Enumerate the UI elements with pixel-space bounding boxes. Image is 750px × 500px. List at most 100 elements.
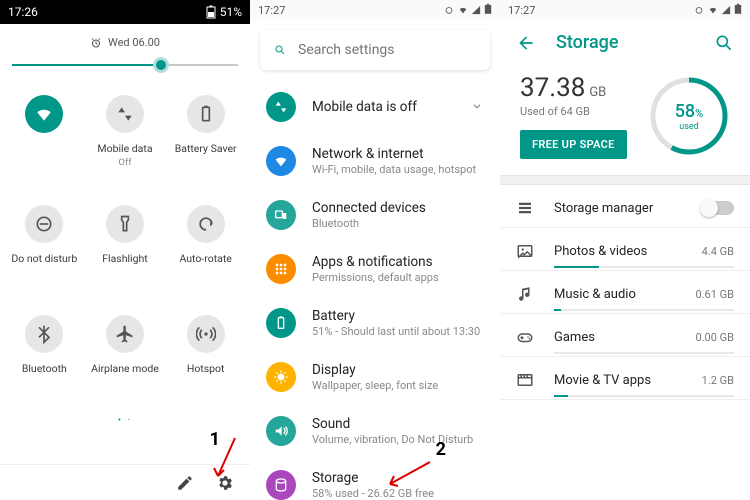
storage-row-manager[interactable]: Storage manager (500, 185, 750, 228)
storage-icon (266, 470, 296, 500)
back-icon[interactable] (516, 33, 536, 53)
gear-icon[interactable] (216, 474, 234, 492)
item-title: Network & internet (312, 146, 476, 162)
bluetooth-icon (25, 315, 63, 353)
settings-item-wifi[interactable]: Network & internetWi-Fi, mobile, data us… (250, 134, 500, 188)
alarm-icon (90, 37, 102, 49)
games-icon (516, 328, 538, 346)
row-label: Photos & videos (554, 244, 686, 259)
flashlight-icon (106, 205, 144, 243)
item-subtitle: Wallpaper, sleep, font size (312, 379, 438, 392)
row-value: 1.2 GB (702, 374, 734, 387)
usage-bar (554, 395, 734, 397)
status-bar: 17:26 51% (0, 0, 250, 24)
battery-icon (734, 3, 742, 15)
sound-icon (266, 416, 296, 446)
settings-item-apps[interactable]: Apps & notificationsPermissions, default… (250, 242, 500, 296)
search-bar[interactable] (260, 30, 490, 70)
settings-item-sound[interactable]: SoundVolume, vibration, Do Not Disturb (250, 404, 500, 458)
total-text: Used of 64 GB (520, 105, 634, 118)
qs-tile-airplane[interactable]: Airplane mode (85, 303, 166, 413)
qs-tile-dnd[interactable]: Do not disturb (4, 193, 85, 303)
tile-label: Airplane mode (91, 363, 159, 376)
toggle-switch[interactable] (702, 201, 734, 215)
search-input[interactable] (298, 42, 476, 58)
status-icons (444, 3, 492, 18)
storage-row-games[interactable]: Games 0.00 GB (500, 314, 750, 357)
row-label: Movie & TV apps (554, 373, 686, 388)
status-right: 51% (206, 5, 242, 19)
tile-label: Flashlight (102, 253, 148, 266)
settings-item-storage[interactable]: Storage58% used - 26.62 GB free (250, 458, 500, 500)
settings-item-devices[interactable]: Connected devicesBluetooth (250, 188, 500, 242)
quick-settings-footer (0, 464, 250, 500)
qs-tile-wifi[interactable] (4, 83, 85, 193)
pct-number: 58% (675, 101, 704, 122)
quick-settings-grid: Mobile dataOff Battery Saver Do not distur… (0, 79, 250, 413)
alarm-row[interactable]: Wed 06.00 (0, 24, 250, 55)
settings-item-mobile-data[interactable]: Mobile data is off (250, 80, 500, 134)
qs-tile-bluetooth[interactable]: Bluetooth (4, 303, 85, 413)
alarm-text: Wed 06.00 (108, 36, 160, 49)
storage-row-photos[interactable]: Photos & videos 4.4 GB (500, 228, 750, 271)
status-bar: 17:27 (500, 0, 750, 20)
used-unit: GB (589, 85, 606, 100)
battery-icon (484, 3, 492, 15)
tile-label: Bluetooth (22, 363, 67, 376)
row-value: 4.4 GB (702, 245, 734, 258)
status-time: 17:27 (508, 4, 535, 17)
tile-label: Battery Saver (175, 143, 237, 156)
chevron-down-icon (470, 98, 484, 117)
settings-item-display[interactable]: DisplayWallpaper, sleep, font size (250, 350, 500, 404)
row-label: Games (554, 330, 679, 345)
page-indicator[interactable]: • · (0, 413, 250, 428)
used-amount: 37.38 GB (520, 73, 634, 103)
qs-tile-battery[interactable]: Battery Saver (165, 83, 246, 193)
qs-tile-flashlight[interactable]: Flashlight (85, 193, 166, 303)
item-title: Storage (312, 470, 434, 486)
hotspot-icon (187, 315, 225, 353)
qs-tile-rotate[interactable]: Auto-rotate (165, 193, 246, 303)
item-title: Mobile data is off (312, 99, 417, 115)
photos-icon (516, 242, 538, 260)
wifi-icon (25, 95, 63, 133)
alarm-icon (444, 5, 454, 15)
settings-panel: 17:27 Mobile data is off Network & intern… (250, 0, 500, 500)
airplane-icon (106, 315, 144, 353)
quick-settings-panel: 17:26 51% Wed 06.00 Mobile dataOff Batter… (0, 0, 250, 500)
brightness-slider[interactable] (12, 55, 238, 75)
settings-item-battery[interactable]: Battery51% - Should last until about 13:… (250, 296, 500, 350)
settings-list: Mobile data is off Network & internetWi-F… (250, 80, 500, 500)
storage-summary: 37.38 GB Used of 64 GB FREE UP SPACE 58%… (500, 65, 750, 175)
battery-icon (187, 95, 225, 133)
status-time: 17:27 (258, 4, 285, 17)
music-icon (516, 285, 538, 303)
signal-icon (721, 5, 731, 15)
storage-panel: 17:27 Storage 37.38 GB Used of 64 GB FRE… (500, 0, 750, 500)
row-label: Music & audio (554, 287, 679, 302)
qs-tile-hotspot[interactable]: Hotspot (165, 303, 246, 413)
item-title: Battery (312, 308, 480, 324)
row-value: 0.00 GB (695, 331, 734, 344)
usage-ring: 58% used (648, 75, 730, 157)
display-icon (266, 362, 296, 392)
dnd-icon (25, 205, 63, 243)
status-battery: 51% (220, 5, 242, 19)
wifi-icon (266, 146, 296, 176)
status-icons (694, 3, 742, 18)
battery-icon (266, 308, 296, 338)
mobile-data-icon (106, 95, 144, 133)
item-title: Sound (312, 416, 473, 432)
storage-row-movies[interactable]: Movie & TV apps 1.2 GB (500, 357, 750, 400)
page-title: Storage (556, 32, 619, 53)
slider-thumb[interactable] (153, 57, 169, 73)
mobile-data-icon (266, 92, 296, 122)
qs-tile-mobile-data[interactable]: Mobile dataOff (85, 83, 166, 193)
usage-bar (554, 266, 734, 268)
signal-icon (471, 5, 481, 15)
edit-icon[interactable] (176, 474, 194, 492)
storage-row-music[interactable]: Music & audio0.61 GB (500, 271, 750, 314)
free-up-space-button[interactable]: FREE UP SPACE (520, 130, 627, 159)
search-icon[interactable] (714, 33, 734, 53)
annotation-1: 1 (210, 429, 220, 450)
